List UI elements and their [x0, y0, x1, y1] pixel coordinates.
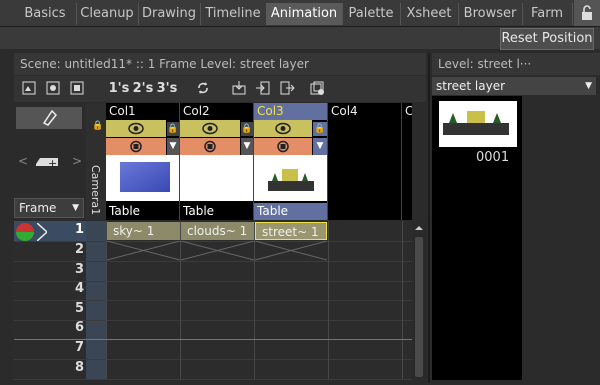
- frame-number: 1: [74, 222, 84, 237]
- tab-farm[interactable]: Farm: [522, 3, 573, 25]
- scene-header: Scene: untitled11* :: 1 Frame Level: str…: [14, 53, 426, 75]
- frame-number: 7: [74, 340, 84, 355]
- column-config-dropdown[interactable]: ▼: [313, 138, 327, 155]
- reframe-icon[interactable]: [194, 80, 212, 98]
- load-level-icon[interactable]: [230, 80, 248, 98]
- table-row[interactable]: 4: [14, 280, 412, 301]
- step-3s-icon[interactable]: 3's: [156, 80, 178, 98]
- room-lock-icon[interactable]: [574, 0, 600, 26]
- step-2s-icon[interactable]: 2's: [132, 80, 154, 98]
- column-lock-icon[interactable]: 🔒: [241, 122, 253, 136]
- column-divider: [402, 221, 403, 379]
- frame-number: 6: [74, 320, 84, 335]
- xsheet-cell-sky[interactable]: sky~ 1: [107, 222, 180, 240]
- new-raster-level-icon[interactable]: [68, 80, 86, 98]
- tab-drawing[interactable]: Drawing: [138, 3, 201, 25]
- hold-cross-marks: [107, 241, 327, 261]
- level-selector-dropdown[interactable]: street layer ▼: [432, 77, 596, 95]
- xsheet-cell-clouds[interactable]: clouds~ 1: [181, 222, 254, 240]
- save-all-icon[interactable]: [308, 80, 326, 98]
- level-thumbnail: [254, 155, 327, 201]
- column-pegbar-label: Table: [254, 203, 327, 220]
- column-header-col4[interactable]: Col4: [328, 103, 402, 220]
- svg-text:+: +: [48, 157, 57, 170]
- camstand-toggle[interactable]: [254, 138, 312, 155]
- frame-number: 4: [74, 281, 84, 296]
- column-pegbar-label: Table: [180, 203, 253, 220]
- column-pegbar-label: Table: [106, 203, 179, 220]
- room-tab-bar: Basics Cleanup Drawing Timeline Animatio…: [0, 0, 600, 27]
- frame-selector-label: Frame: [19, 201, 57, 215]
- column-header-col2[interactable]: Col2 🔒 ▼ Table: [180, 103, 254, 220]
- tab-cleanup[interactable]: Cleanup: [76, 3, 139, 25]
- camera-column-label: Camera1: [89, 165, 102, 216]
- column-name: C: [405, 104, 412, 118]
- xsheet-toggle-button[interactable]: [16, 107, 82, 129]
- column-config-dropdown[interactable]: ▼: [241, 138, 253, 155]
- step-1s-icon[interactable]: 1's: [108, 80, 130, 98]
- panel-divider[interactable]: [428, 53, 430, 383]
- column-divider: [328, 221, 329, 379]
- table-row[interactable]: 5: [14, 300, 412, 321]
- column-header-partial[interactable]: C: [402, 103, 412, 220]
- column-name: Col2: [183, 104, 210, 118]
- camstand-toggle[interactable]: [180, 138, 240, 155]
- xsheet-cell-street[interactable]: street~ 1: [255, 222, 327, 240]
- preview-toggle[interactable]: [180, 120, 240, 137]
- tab-palette[interactable]: Palette: [342, 3, 401, 25]
- preview-toggle[interactable]: [106, 120, 166, 137]
- table-row[interactable]: 8: [14, 359, 412, 380]
- reset-position-button[interactable]: Reset Position: [500, 28, 594, 50]
- level-frame-number: 0001: [476, 150, 510, 165]
- tab-timeline[interactable]: Timeline: [200, 3, 267, 25]
- lock-icon[interactable]: 🔒: [92, 119, 104, 133]
- column-header-col1[interactable]: Col1 🔒 ▼ Table: [106, 103, 180, 220]
- column-header-col3[interactable]: Col3 🔒 ▼ Table: [254, 103, 328, 220]
- tab-basics[interactable]: Basics: [14, 3, 77, 25]
- level-selector-value: street layer: [436, 79, 506, 93]
- next-arrow-icon[interactable]: >: [72, 154, 82, 168]
- tab-browser[interactable]: Browser: [458, 3, 523, 25]
- chevron-down-icon: ▼: [72, 203, 79, 213]
- frame-number: 5: [74, 301, 84, 316]
- table-row[interactable]: 6: [14, 319, 412, 340]
- column-name: Col1: [109, 104, 136, 118]
- column-name: Col3: [257, 104, 284, 118]
- column-lock-icon[interactable]: 🔒: [313, 122, 327, 136]
- frame-number: 3: [74, 262, 84, 277]
- frame-number: 2: [74, 242, 84, 257]
- table-row[interactable]: 7: [14, 339, 412, 360]
- frame-marker-line: [14, 339, 412, 340]
- column-name: Col4: [331, 104, 358, 118]
- scrollbar-thumb[interactable]: [415, 237, 423, 377]
- level-thumbnail: [106, 155, 179, 201]
- tab-animation[interactable]: Animation: [266, 3, 343, 25]
- frame-number: 8: [74, 360, 84, 375]
- preview-toggle[interactable]: [254, 120, 312, 137]
- prev-arrow-icon[interactable]: <: [18, 154, 28, 168]
- column-lock-icon[interactable]: 🔒: [167, 122, 179, 136]
- level-frame-thumbnail[interactable]: [439, 101, 517, 147]
- new-toonz-level-icon[interactable]: [44, 80, 62, 98]
- level-strip-header: Level: street l···: [432, 53, 600, 75]
- add-camera-icon[interactable]: +: [34, 154, 62, 170]
- xsheet-toolbar: 1's 2's 3's: [14, 76, 426, 102]
- table-row[interactable]: 3: [14, 261, 412, 282]
- vertical-scrollbar[interactable]: [412, 221, 426, 379]
- column-headers: 🔒 Col1 🔒 ▼ Table Col2 🔒 ▼ Table Col3 🔒 ▼…: [92, 103, 412, 220]
- frame-zoom-selector[interactable]: Frame ▼: [14, 198, 84, 218]
- tab-xsheet[interactable]: Xsheet: [400, 3, 459, 25]
- export-icon[interactable]: [278, 80, 296, 98]
- level-thumbnail: [180, 155, 253, 201]
- column-config-dropdown[interactable]: ▼: [167, 138, 179, 155]
- camera-navigator: < + >: [18, 152, 84, 172]
- chevron-down-icon: ▼: [585, 81, 592, 91]
- camstand-toggle[interactable]: [106, 138, 166, 155]
- import-icon[interactable]: [254, 80, 272, 98]
- new-vector-level-icon[interactable]: [20, 80, 38, 98]
